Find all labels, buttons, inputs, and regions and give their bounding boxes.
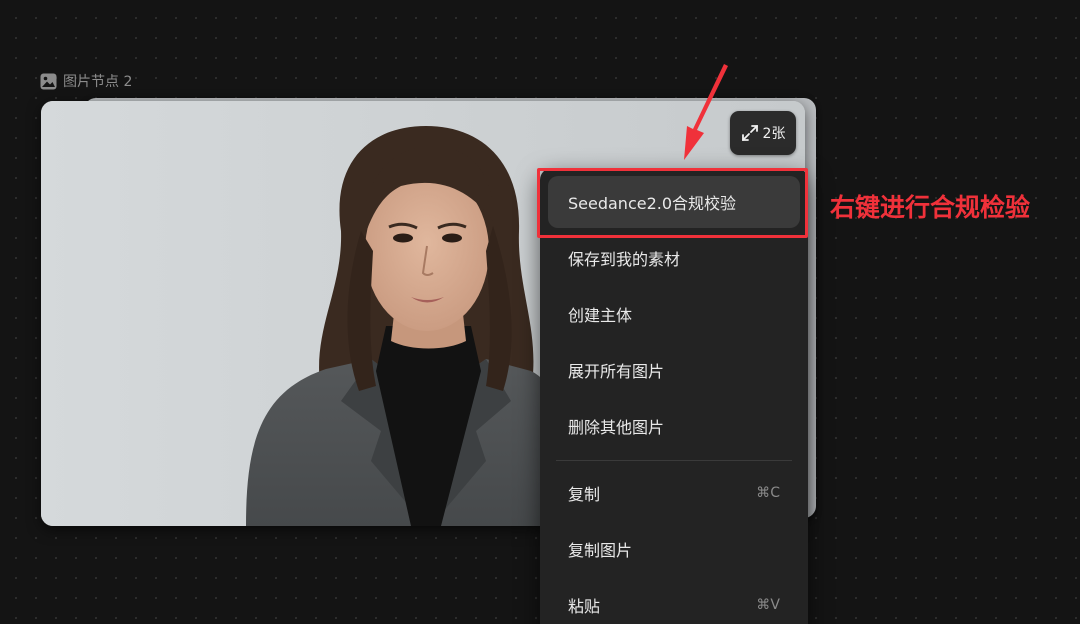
menu-item-shortcut: ⌘C [756,485,780,501]
menu-divider [556,460,792,461]
menu-item-label: 删除其他图片 [568,418,665,437]
menu-item-label: 保存到我的素材 [568,250,681,269]
node-title: 图片节点 2 [40,71,132,91]
menu-item-delete-other-images[interactable]: 删除其他图片 [548,400,800,452]
menu-item-create-subject[interactable]: 创建主体 [548,288,800,340]
annotation-highlight-box [537,168,808,238]
menu-item-paste[interactable]: 粘贴 ⌘V [548,579,800,624]
expand-icon [741,124,759,142]
menu-item-copy-image[interactable]: 复制图片 [548,523,800,575]
image-count-badge[interactable]: 2张 [730,111,796,155]
node-title-text: 图片节点 2 [63,74,133,90]
menu-item-expand-all-images[interactable]: 展开所有图片 [548,344,800,396]
menu-item-label: 粘贴 [568,597,601,616]
menu-item-label: 展开所有图片 [568,362,665,381]
menu-item-copy[interactable]: 复制 ⌘C [548,467,800,519]
menu-item-shortcut: ⌘V [756,597,780,613]
menu-item-label: 创建主体 [568,306,633,325]
image-count-label: 2张 [762,126,786,142]
annotation-text: 右键进行合规检验 [830,193,1031,222]
menu-item-save-to-assets[interactable]: 保存到我的素材 [548,232,800,284]
image-icon [40,73,57,90]
menu-item-label: 复制 [568,485,601,504]
menu-item-label: 复制图片 [568,541,633,560]
